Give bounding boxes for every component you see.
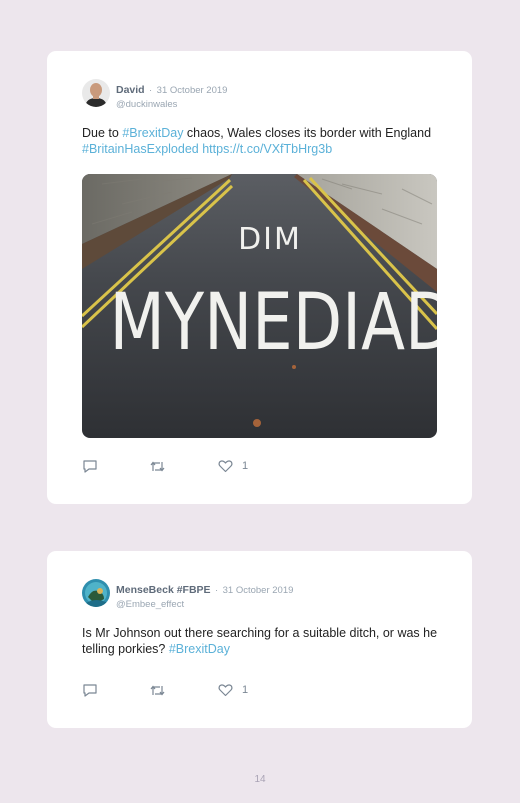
author-name[interactable]: David [116, 84, 145, 96]
tweet-actions: 1 [82, 459, 282, 475]
tweet-date[interactable]: 31 October 2019 [157, 85, 228, 96]
author-handle[interactable]: @duckinwales [116, 99, 227, 110]
road-text-dim: DIM [238, 222, 302, 257]
reply-icon [83, 460, 97, 473]
avatar[interactable] [82, 579, 110, 607]
reply-icon [83, 684, 97, 697]
tweet-date[interactable]: 31 October 2019 [223, 585, 294, 596]
retweet-icon [150, 685, 165, 696]
reply-button[interactable] [82, 459, 98, 474]
avatar[interactable] [82, 79, 110, 107]
tweet-card: David · 31 October 2019 @duckinwales Due… [47, 51, 472, 504]
separator-dot: · [149, 85, 153, 96]
tweet-photo[interactable]: DIM MYNEDIAD [82, 174, 437, 438]
like-button[interactable]: 1 [218, 459, 248, 473]
reply-button[interactable] [82, 683, 98, 698]
hashtag-link[interactable]: #BrexitDay [169, 642, 230, 656]
retweet-button[interactable] [149, 683, 166, 698]
tweet-text: Is Mr Johnson out there searching for a … [82, 626, 442, 657]
heart-icon [218, 684, 233, 697]
text-segment: Due to [82, 126, 123, 140]
tweet-actions: 1 [82, 683, 282, 699]
retweet-icon [150, 461, 165, 472]
page-number: 14 [254, 774, 266, 785]
like-count: 1 [242, 684, 249, 696]
author-handle[interactable]: @Embee_effect [116, 599, 293, 610]
text-segment: Is Mr Johnson out there searching for a … [82, 626, 438, 656]
hashtag-link[interactable]: #BritainHasExploded [82, 142, 199, 156]
separator-dot: · [215, 585, 219, 596]
road-text-mynediad: MYNEDIAD [110, 278, 438, 368]
author-name[interactable]: MenseBeck #FBPE [116, 584, 211, 596]
retweet-button[interactable] [149, 459, 166, 474]
text-segment: chaos, Wales closes its border with Engl… [183, 126, 432, 140]
heart-icon [218, 460, 233, 473]
url-link[interactable]: https://t.co/VXfTbHrg3b [202, 142, 332, 156]
tweet-card: MenseBeck #FBPE · 31 October 2019 @Embee… [47, 551, 472, 728]
tweet-text: Due to #BrexitDay chaos, Wales closes it… [82, 126, 442, 157]
hashtag-link[interactable]: #BrexitDay [122, 126, 183, 140]
like-button[interactable]: 1 [218, 683, 248, 697]
like-count: 1 [242, 460, 249, 472]
